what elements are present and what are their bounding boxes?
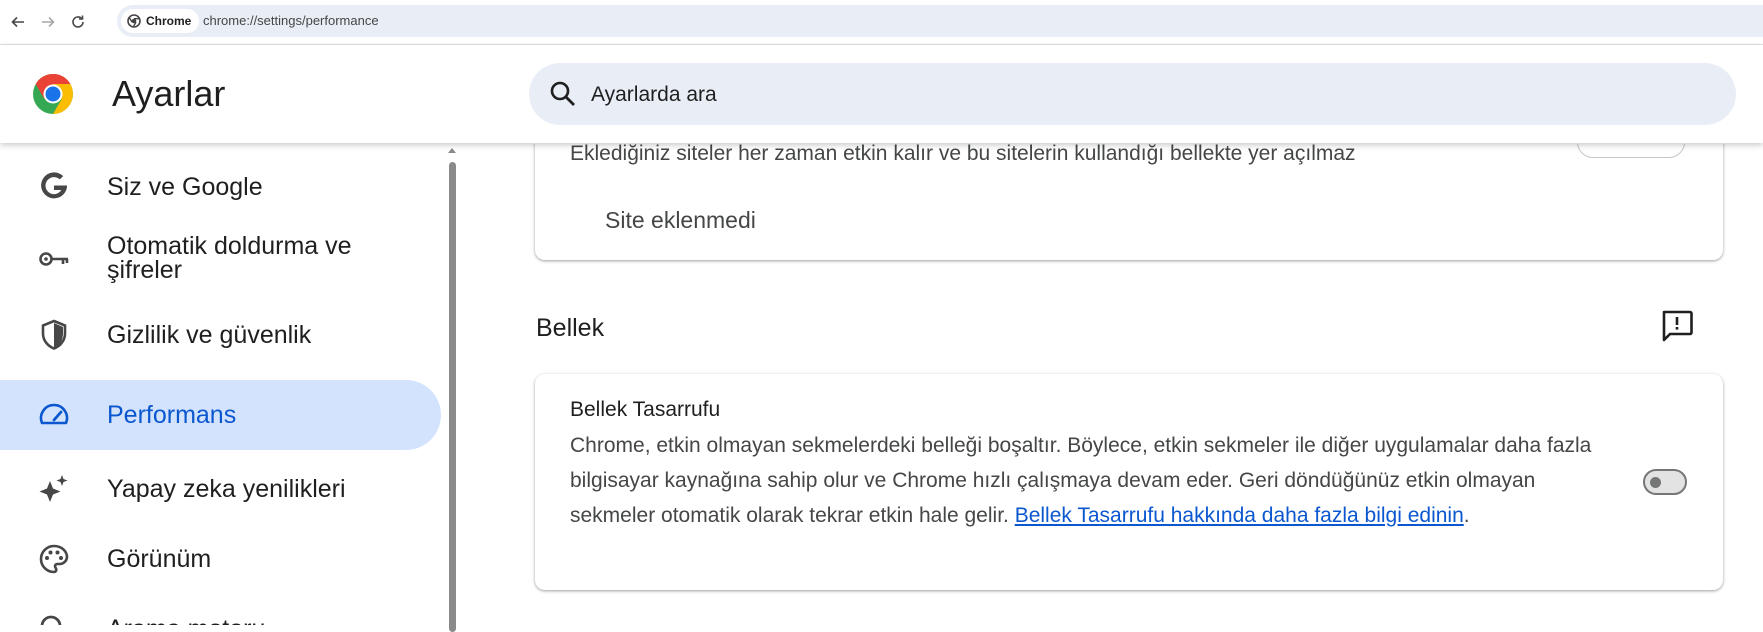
sparkle-icon <box>37 472 71 506</box>
shield-icon <box>37 318 71 352</box>
search-icon <box>37 612 71 625</box>
forward-button[interactable] <box>34 8 62 36</box>
scroll-thumb[interactable] <box>449 162 456 632</box>
url-text[interactable]: chrome://settings/performance <box>203 13 379 28</box>
sidebar-item-label: Siz ve Google <box>107 173 263 201</box>
toggle-knob <box>1650 477 1661 488</box>
settings-search[interactable] <box>529 63 1736 127</box>
sidebar-item-ai-innovations[interactable]: Yapay zeka yenilikleri <box>0 458 441 520</box>
memory-saver-learn-more-link[interactable]: Bellek Tasarrufu hakkında daha fazla bil… <box>1015 504 1464 527</box>
sidebar-item-privacy[interactable]: Gizlilik ve güvenlik <box>0 304 441 366</box>
sidebar-item-label: Otomatik doldurma ve şifreler <box>107 232 352 284</box>
memory-saver-trailing: . <box>1463 504 1470 527</box>
memory-saver-toggle[interactable] <box>1643 469 1687 495</box>
scroll-up-arrow-icon[interactable] <box>448 148 456 153</box>
reload-icon <box>72 15 84 28</box>
always-active-sites-description: Eklediğiniz siteler her zaman etkin kalı… <box>570 144 1356 165</box>
address-bar[interactable]: Chrome chrome://settings/performance <box>117 5 1763 37</box>
chrome-logo-icon <box>127 14 141 28</box>
memory-saver-description: Chrome, etkin olmayan sekmelerdeki belle… <box>570 428 1610 533</box>
memory-saver-card: Bellek Tasarrufu Chrome, etkin olmayan s… <box>535 374 1723 590</box>
sidebar-item-label: Performans <box>107 401 237 429</box>
always-active-sites-card: Eklediğiniz siteler her zaman etkin kalı… <box>535 144 1723 260</box>
chrome-logo <box>33 74 73 114</box>
page-title: Ayarlar <box>112 73 226 114</box>
search-input[interactable] <box>589 63 1693 127</box>
feedback-icon[interactable] <box>1659 308 1695 344</box>
sidebar-item-label: Arama motoru <box>107 617 407 626</box>
settings-main: Eklediğiniz siteler her zaman etkin kalı… <box>460 144 1763 625</box>
speedometer-icon <box>37 398 71 432</box>
key-icon <box>37 242 71 276</box>
sidebar-item-label: Gizlilik ve güvenlik <box>107 321 312 349</box>
sidebar-item-autofill[interactable]: Otomatik doldurma ve şifreler <box>0 226 441 292</box>
settings-header: Ayarlar <box>0 45 1763 143</box>
arrow-left-icon <box>11 16 24 28</box>
sidebar-item-search-engine[interactable]: Arama motoru <box>0 598 441 625</box>
back-button[interactable] <box>4 8 32 36</box>
site-chip[interactable]: Chrome <box>121 9 200 33</box>
sidebar-item-you-and-google[interactable]: Siz ve Google <box>0 156 441 218</box>
browser-toolbar: Chrome chrome://settings/performance <box>0 0 1763 45</box>
add-site-button[interactable] <box>1577 144 1685 158</box>
sidebar-item-label: Yapay zeka yenilikleri <box>107 475 346 503</box>
sidebar-scrollbar[interactable] <box>447 144 458 632</box>
section-title-memory: Bellek <box>536 314 605 342</box>
palette-icon <box>37 542 71 576</box>
google-g-icon <box>37 170 71 204</box>
settings-sidebar: Siz ve Google Otomatik doldurma ve şifre… <box>0 144 450 625</box>
arrow-right-icon <box>42 16 55 28</box>
sidebar-item-label: Görünüm <box>107 545 212 573</box>
memory-saver-title: Bellek Tasarrufu <box>570 398 721 421</box>
site-chip-label: Chrome <box>146 14 192 28</box>
sidebar-item-appearance[interactable]: Görünüm <box>0 528 441 590</box>
no-site-text: Site eklenmedi <box>605 207 756 233</box>
sidebar-item-performance[interactable]: Performans <box>0 380 441 450</box>
search-icon <box>550 81 575 106</box>
reload-button[interactable] <box>64 8 92 36</box>
